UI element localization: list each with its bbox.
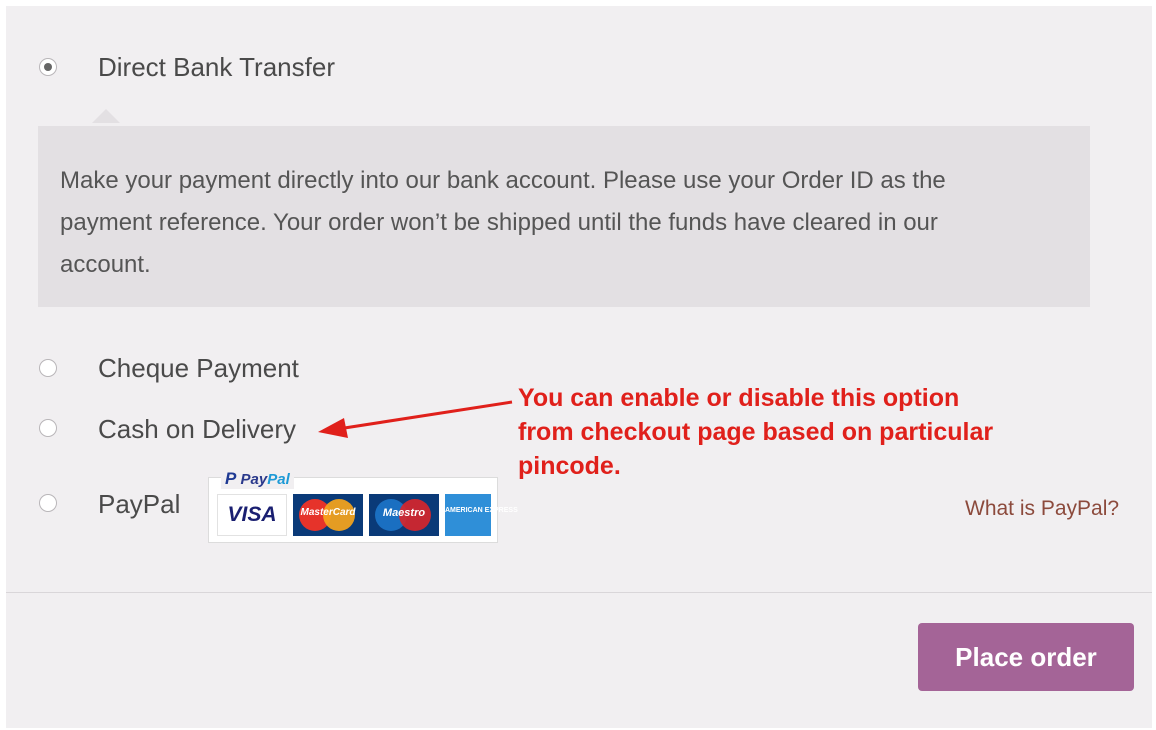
place-order-button[interactable]: Place order (918, 623, 1134, 691)
description-pointer (92, 109, 120, 123)
maestro-card-icon: Maestro (369, 494, 439, 536)
mastercard-card-icon: MasterCard (293, 494, 363, 536)
description-line-2: payment reference. Your order won’t be s… (60, 209, 938, 236)
label-cash-on-delivery[interactable]: Cash on Delivery (98, 414, 296, 445)
visa-card-icon: VISA (217, 494, 287, 536)
description-line-1: Make your payment directly into our bank… (60, 167, 946, 194)
paypal-logo: P PayPal (221, 469, 294, 489)
label-cheque-payment[interactable]: Cheque Payment (98, 353, 299, 384)
annotation-note: You can enable or disable this option fr… (518, 381, 1078, 483)
section-divider (6, 592, 1152, 593)
label-paypal[interactable]: PayPal (98, 489, 180, 520)
what-is-paypal-link[interactable]: What is PayPal? (965, 497, 1119, 521)
radio-direct-bank-transfer[interactable] (39, 58, 57, 76)
paypal-acceptance-mark: P PayPal VISA MasterCard Maestro AMERICA… (208, 469, 518, 543)
description-line-3: account. (60, 251, 151, 278)
annotation-line-2: from checkout page based on particular (518, 418, 994, 446)
annotation-arrow (318, 400, 513, 438)
radio-cash-on-delivery[interactable] (39, 419, 57, 437)
label-direct-bank-transfer[interactable]: Direct Bank Transfer (98, 52, 335, 83)
checkout-payment-panel: Direct Bank Transfer Make your payment d… (6, 6, 1152, 728)
annotation-line-1: You can enable or disable this option (518, 384, 960, 412)
radio-cheque-payment[interactable] (39, 359, 57, 377)
bank-transfer-description: Make your payment directly into our bank… (38, 126, 1090, 307)
radio-paypal[interactable] (39, 494, 57, 512)
amex-card-icon: AMERICAN EXPRESS (445, 494, 518, 536)
annotation-line-3: pincode. (518, 452, 621, 480)
